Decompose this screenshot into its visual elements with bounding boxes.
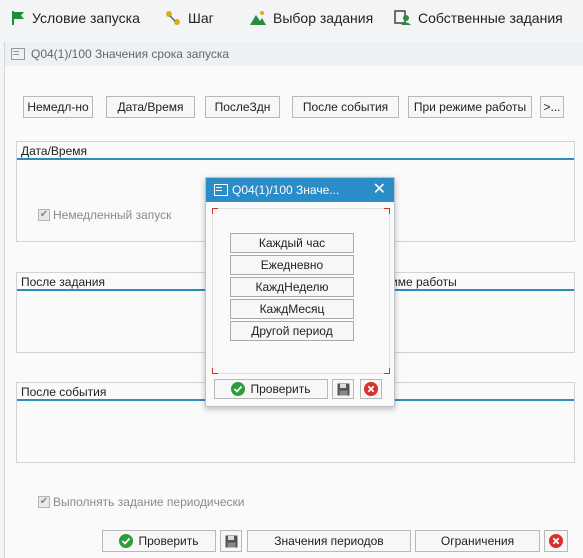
job-selection-label: Выбор задания: [273, 10, 374, 26]
other-period-button[interactable]: Другой период: [230, 321, 354, 341]
window-icon: [214, 184, 228, 196]
mountain-icon: [250, 11, 266, 25]
flag-icon: [12, 11, 24, 25]
popup-check-label: Проверить: [250, 382, 311, 396]
daily-button[interactable]: Ежедневно: [230, 255, 354, 275]
immediate-start-label: Немедленный запуск: [53, 208, 172, 222]
group-divider: [17, 158, 574, 160]
datetime-group-title: Дата/Время: [21, 144, 88, 158]
start-condition-button[interactable]: Условие запуска: [10, 8, 140, 28]
restrictions-button[interactable]: Ограничения: [415, 530, 540, 552]
check-icon: [231, 382, 246, 396]
after-job-button[interactable]: ПослеЗдн: [205, 96, 280, 118]
step-icon: [166, 11, 180, 25]
corner-mark: [212, 368, 218, 374]
monthly-button[interactable]: КаждМесяц: [230, 299, 354, 319]
after-event-button[interactable]: После события: [292, 96, 399, 118]
hourly-button[interactable]: Каждый час: [230, 233, 354, 253]
corner-mark: [384, 368, 390, 374]
popup-title: Q04(1)/100 Значе...: [232, 183, 340, 197]
popup-body: Каждый час Ежедневно КаждНеделю КаждМеся…: [212, 208, 390, 374]
cancel-button[interactable]: [544, 530, 568, 552]
op-mode-button[interactable]: При режиме работы: [408, 96, 532, 118]
after-event-group-title: После события: [21, 385, 107, 399]
window-title-bar: Q04(1)/100 Значения срока запуска: [5, 42, 583, 66]
window-title: Q04(1)/100 Значения срока запуска: [31, 47, 230, 61]
top-toolbar: Условие запуска Шаг Выбор задания Собств…: [0, 0, 583, 36]
check-button[interactable]: Проверить: [102, 530, 216, 552]
datetime-button[interactable]: Дата/Время: [106, 96, 195, 118]
periodic-label: Выполнять задание периодически: [53, 495, 245, 509]
immediate-start-checkbox[interactable]: ✔ Немедленный запуск: [38, 208, 171, 222]
checkbox-checked-icon: ✔: [38, 496, 50, 508]
checkbox-checked-icon: ✔: [38, 209, 50, 221]
periodic-checkbox[interactable]: ✔ Выполнять задание периодически: [38, 495, 244, 509]
check-icon: [119, 534, 134, 548]
step-label: Шаг: [188, 10, 214, 26]
popup-save-button[interactable]: [332, 379, 354, 399]
own-jobs-button[interactable]: Собственные задания: [394, 8, 563, 28]
cancel-icon: [549, 534, 563, 548]
own-jobs-label: Собственные задания: [418, 10, 563, 26]
check-label: Проверить: [138, 534, 199, 548]
step-button[interactable]: Шаг: [164, 8, 214, 28]
popup-title-bar: Q04(1)/100 Значе...: [206, 178, 394, 202]
more-button[interactable]: >...: [540, 96, 564, 118]
popup-check-button[interactable]: Проверить: [214, 379, 328, 399]
after-job-group-title: После задания: [21, 275, 105, 289]
weekly-button[interactable]: КаждНеделю: [230, 277, 354, 297]
save-button[interactable]: [220, 530, 242, 552]
period-popup: Q04(1)/100 Значе... ✕ Каждый час Ежеднев…: [205, 177, 395, 407]
popup-cancel-button[interactable]: [360, 379, 382, 399]
cancel-icon: [364, 382, 378, 396]
job-selection-button[interactable]: Выбор задания: [249, 8, 373, 28]
immediate-button[interactable]: Немедл-но: [23, 96, 93, 118]
start-condition-label: Условие запуска: [32, 10, 140, 26]
save-icon: [337, 383, 349, 395]
save-icon: [225, 535, 237, 547]
period-values-button[interactable]: Значения периодов: [247, 530, 411, 552]
user-jobs-icon: [394, 10, 411, 25]
close-icon[interactable]: ✕: [373, 181, 386, 199]
corner-mark: [212, 208, 218, 214]
corner-mark: [384, 208, 390, 214]
window-icon: [11, 48, 25, 60]
